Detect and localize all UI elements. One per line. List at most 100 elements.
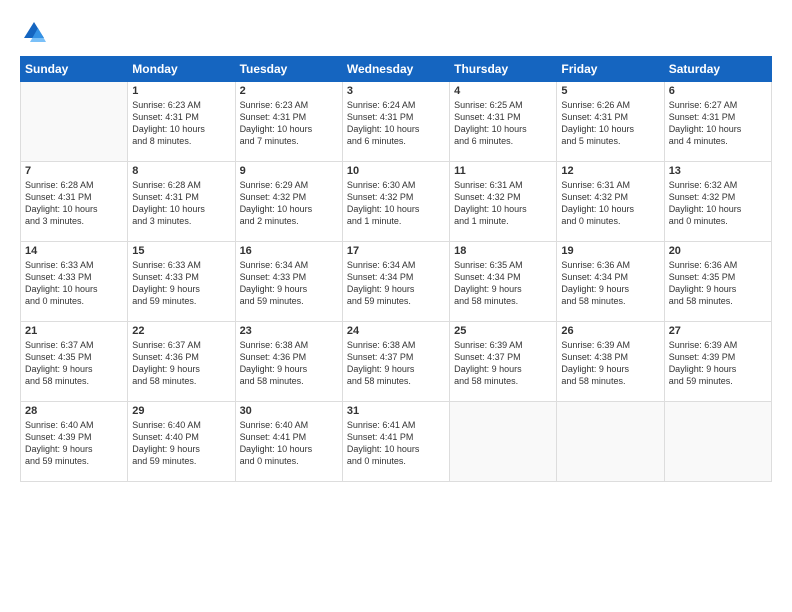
day-info: Sunrise: 6:36 AMSunset: 4:34 PMDaylight:… — [561, 259, 659, 308]
day-info: Sunrise: 6:34 AMSunset: 4:34 PMDaylight:… — [347, 259, 445, 308]
day-number: 8 — [132, 165, 230, 177]
header — [20, 18, 772, 46]
day-cell: 25 Sunrise: 6:39 AMSunset: 4:37 PMDayligh… — [450, 322, 557, 402]
day-cell: 31 Sunrise: 6:41 AMSunset: 4:41 PMDayligh… — [342, 402, 449, 482]
day-info: Sunrise: 6:31 AMSunset: 4:32 PMDaylight:… — [454, 179, 552, 228]
day-info: Sunrise: 6:40 AMSunset: 4:40 PMDaylight:… — [132, 419, 230, 468]
day-cell: 26 Sunrise: 6:39 AMSunset: 4:38 PMDayligh… — [557, 322, 664, 402]
day-cell: 12Sunrise: 6:31 AMSunset: 4:32 PMDayligh… — [557, 162, 664, 242]
day-info: Sunrise: 6:33 AMSunset: 4:33 PMDaylight:… — [132, 259, 230, 308]
week-row-3: 14 Sunrise: 6:33 AMSunset: 4:33 PMDayligh… — [21, 242, 772, 322]
day-cell: 5 Sunrise: 6:26 AMSunset: 4:31 PMDaylight… — [557, 82, 664, 162]
day-cell: 14Sunrise: 6:33 AMSunset: 4:33 PMDayligh… — [21, 242, 128, 322]
day-cell: 21 Sunrise: 6:37 AMSunset: 4:35 PMDayligh… — [21, 322, 128, 402]
weekday-header-monday: Monday — [128, 57, 235, 82]
day-cell — [21, 82, 128, 162]
day-number: 30 — [240, 405, 338, 417]
day-number: 3 — [347, 85, 445, 97]
day-number: 16 — [240, 245, 338, 257]
day-cell: 10 Sunrise: 6:30 AMSunset: 4:32 PMDayligh… — [342, 162, 449, 242]
day-cell: 30 Sunrise: 6:40 AMSunset: 4:41 PMDayligh… — [235, 402, 342, 482]
day-cell: 8Sunrise: 6:28 AMSunset: 4:31 PMDaylight… — [128, 162, 235, 242]
day-number: 23 — [240, 325, 338, 337]
day-number: 9 — [240, 165, 338, 177]
day-info: Sunrise: 6:23 AMSunset: 4:31 PMDaylight:… — [240, 99, 338, 148]
day-number: 11 — [454, 165, 552, 177]
day-info: Sunrise: 6:28 AMSunset: 4:31 PMDaylight:… — [25, 179, 123, 228]
day-cell — [557, 402, 664, 482]
day-cell: 2 Sunrise: 6:23 AMSunset: 4:31 PMDaylight… — [235, 82, 342, 162]
day-number: 2 — [240, 85, 338, 97]
day-info: Sunrise: 6:40 AMSunset: 4:39 PMDaylight:… — [25, 419, 123, 468]
day-info: Sunrise: 6:40 AMSunset: 4:41 PMDaylight:… — [240, 419, 338, 468]
day-info: Sunrise: 6:27 AMSunset: 4:31 PMDaylight:… — [669, 99, 767, 148]
day-number: 10 — [347, 165, 445, 177]
day-number: 31 — [347, 405, 445, 417]
day-cell: 7 Sunrise: 6:28 AMSunset: 4:31 PMDaylight… — [21, 162, 128, 242]
day-cell: 11 Sunrise: 6:31 AMSunset: 4:32 PMDayligh… — [450, 162, 557, 242]
day-info: Sunrise: 6:30 AMSunset: 4:32 PMDaylight:… — [347, 179, 445, 228]
day-info: Sunrise: 6:39 AMSunset: 4:37 PMDaylight:… — [454, 339, 552, 388]
day-info: Sunrise: 6:24 AMSunset: 4:31 PMDaylight:… — [347, 99, 445, 148]
day-number: 26 — [561, 325, 659, 337]
day-cell: 24Sunrise: 6:38 AMSunset: 4:37 PMDayligh… — [342, 322, 449, 402]
day-cell — [450, 402, 557, 482]
day-number: 28 — [25, 405, 123, 417]
day-info: Sunrise: 6:39 AMSunset: 4:38 PMDaylight:… — [561, 339, 659, 388]
day-number: 21 — [25, 325, 123, 337]
day-info: Sunrise: 6:25 AMSunset: 4:31 PMDaylight:… — [454, 99, 552, 148]
day-cell: 15 Sunrise: 6:33 AMSunset: 4:33 PMDayligh… — [128, 242, 235, 322]
weekday-header-saturday: Saturday — [664, 57, 771, 82]
day-number: 20 — [669, 245, 767, 257]
day-cell: 3 Sunrise: 6:24 AMSunset: 4:31 PMDaylight… — [342, 82, 449, 162]
day-number: 5 — [561, 85, 659, 97]
day-number: 19 — [561, 245, 659, 257]
day-cell: 9 Sunrise: 6:29 AMSunset: 4:32 PMDaylight… — [235, 162, 342, 242]
day-number: 7 — [25, 165, 123, 177]
day-number: 18 — [454, 245, 552, 257]
day-cell: 20 Sunrise: 6:36 AMSunset: 4:35 PMDayligh… — [664, 242, 771, 322]
weekday-header-row: SundayMondayTuesdayWednesdayThursdayFrid… — [21, 57, 772, 82]
day-cell: 22 Sunrise: 6:37 AMSunset: 4:36 PMDayligh… — [128, 322, 235, 402]
day-info: Sunrise: 6:23 AMSunset: 4:31 PMDaylight:… — [132, 99, 230, 148]
weekday-header-wednesday: Wednesday — [342, 57, 449, 82]
day-info: Sunrise: 6:26 AMSunset: 4:31 PMDaylight:… — [561, 99, 659, 148]
day-cell: 6 Sunrise: 6:27 AMSunset: 4:31 PMDaylight… — [664, 82, 771, 162]
day-info: Sunrise: 6:35 AMSunset: 4:34 PMDaylight:… — [454, 259, 552, 308]
page: SundayMondayTuesdayWednesdayThursdayFrid… — [0, 0, 792, 612]
day-info: Sunrise: 6:37 AMSunset: 4:35 PMDaylight:… — [25, 339, 123, 388]
day-cell: 28 Sunrise: 6:40 AMSunset: 4:39 PMDayligh… — [21, 402, 128, 482]
day-info: Sunrise: 6:39 AMSunset: 4:39 PMDaylight:… — [669, 339, 767, 388]
day-cell: 29 Sunrise: 6:40 AMSunset: 4:40 PMDayligh… — [128, 402, 235, 482]
day-cell: 23Sunrise: 6:38 AMSunset: 4:36 PMDayligh… — [235, 322, 342, 402]
day-info: Sunrise: 6:41 AMSunset: 4:41 PMDaylight:… — [347, 419, 445, 468]
day-info: Sunrise: 6:29 AMSunset: 4:32 PMDaylight:… — [240, 179, 338, 228]
day-number: 14 — [25, 245, 123, 257]
week-row-2: 7 Sunrise: 6:28 AMSunset: 4:31 PMDaylight… — [21, 162, 772, 242]
day-cell — [664, 402, 771, 482]
day-cell: 18 Sunrise: 6:35 AMSunset: 4:34 PMDayligh… — [450, 242, 557, 322]
day-number: 22 — [132, 325, 230, 337]
day-cell: 1 Sunrise: 6:23 AMSunset: 4:31 PMDaylight… — [128, 82, 235, 162]
day-cell: 27Sunrise: 6:39 AMSunset: 4:39 PMDayligh… — [664, 322, 771, 402]
day-info: Sunrise: 6:36 AMSunset: 4:35 PMDaylight:… — [669, 259, 767, 308]
day-info: Sunrise: 6:34 AMSunset: 4:33 PMDaylight:… — [240, 259, 338, 308]
logo-icon — [20, 18, 48, 46]
weekday-header-thursday: Thursday — [450, 57, 557, 82]
day-info: Sunrise: 6:32 AMSunset: 4:32 PMDaylight:… — [669, 179, 767, 228]
day-cell: 19 Sunrise: 6:36 AMSunset: 4:34 PMDayligh… — [557, 242, 664, 322]
weekday-header-sunday: Sunday — [21, 57, 128, 82]
weekday-header-friday: Friday — [557, 57, 664, 82]
day-number: 15 — [132, 245, 230, 257]
day-number: 25 — [454, 325, 552, 337]
calendar: SundayMondayTuesdayWednesdayThursdayFrid… — [20, 56, 772, 482]
day-number: 6 — [669, 85, 767, 97]
day-number: 24 — [347, 325, 445, 337]
day-number: 1 — [132, 85, 230, 97]
weekday-header-tuesday: Tuesday — [235, 57, 342, 82]
day-info: Sunrise: 6:37 AMSunset: 4:36 PMDaylight:… — [132, 339, 230, 388]
day-number: 17 — [347, 245, 445, 257]
day-number: 13 — [669, 165, 767, 177]
day-number: 29 — [132, 405, 230, 417]
day-cell: 13 Sunrise: 6:32 AMSunset: 4:32 PMDayligh… — [664, 162, 771, 242]
